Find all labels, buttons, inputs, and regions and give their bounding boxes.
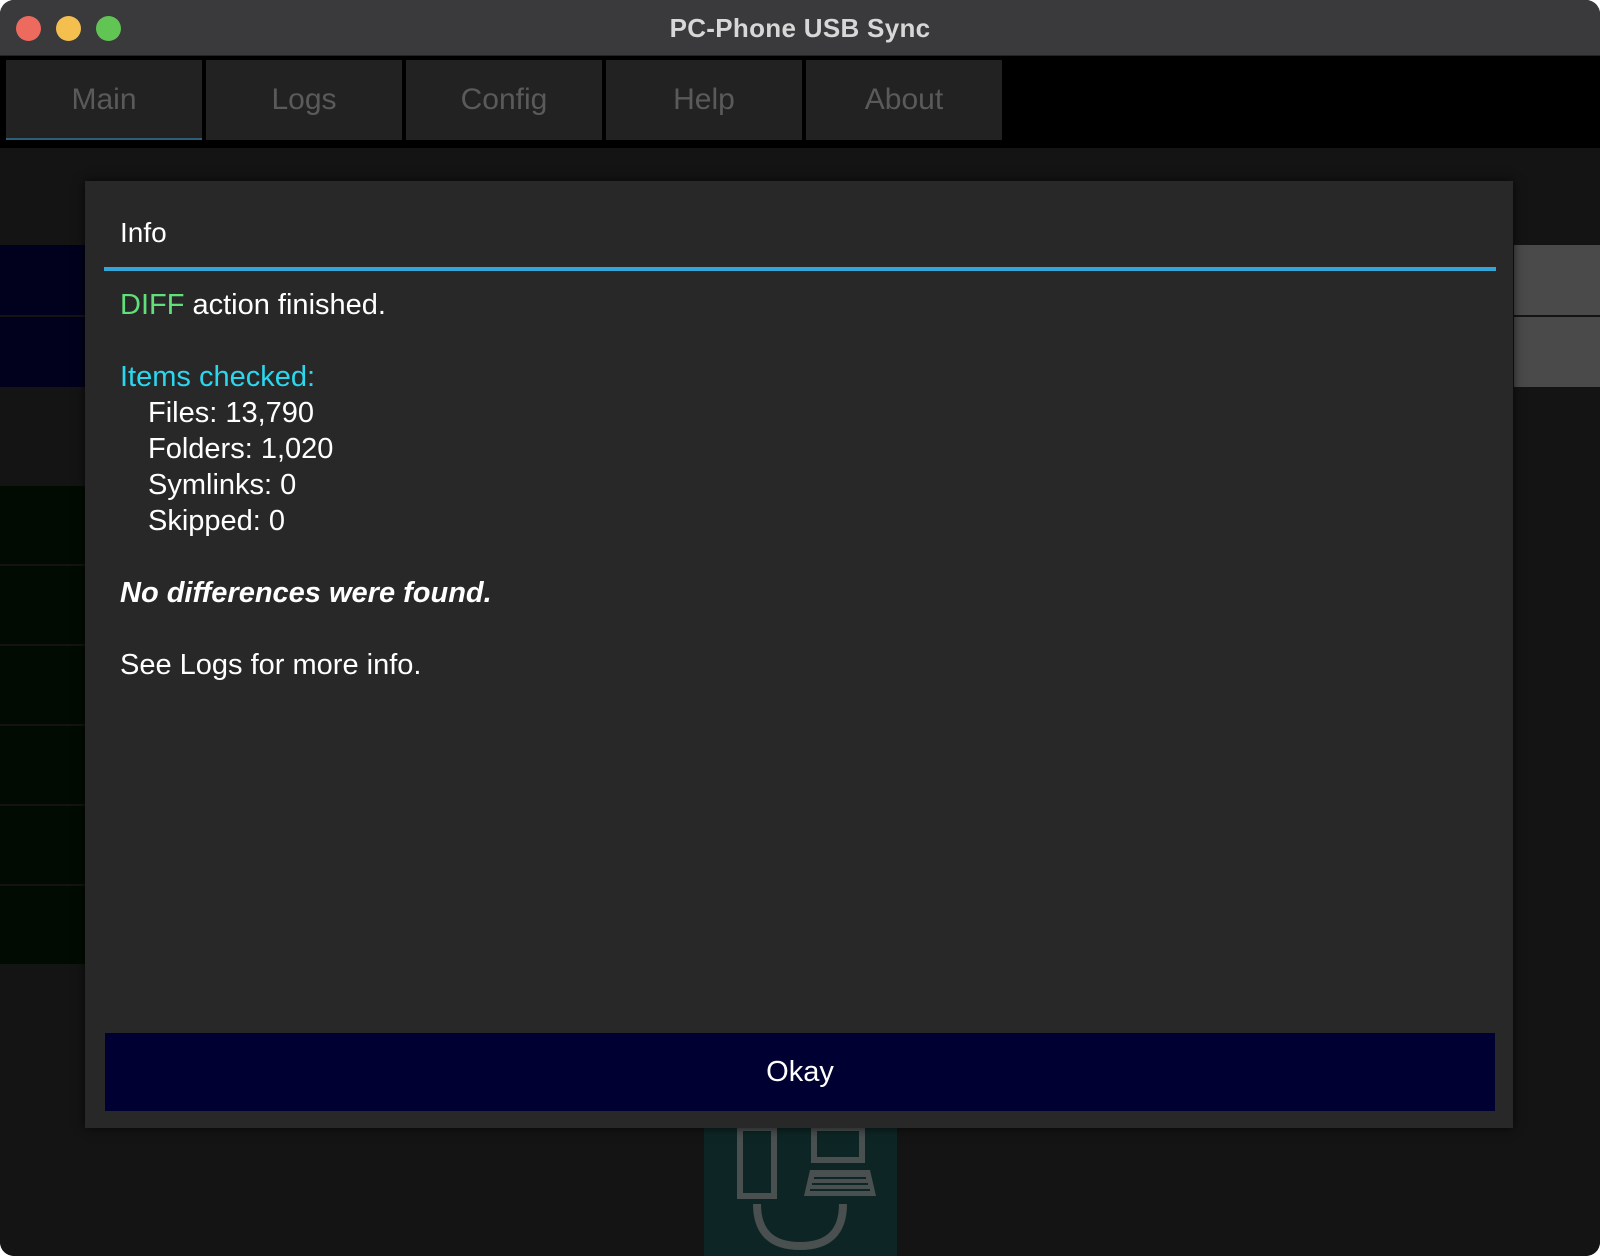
sync-button-tile[interactable]: [704, 1125, 897, 1256]
background-panel-gray-2: [1514, 317, 1600, 387]
app-window: PC-Phone USB Sync Main Logs Config Help …: [0, 0, 1600, 1256]
files-count: Files: 13,790: [148, 397, 315, 429]
tab-help[interactable]: Help: [606, 60, 802, 140]
tab-config[interactable]: Config: [406, 60, 602, 140]
background-row-5: [0, 806, 86, 884]
tab-main[interactable]: Main: [6, 60, 202, 140]
logs-hint: See Logs for more info.: [120, 649, 422, 681]
info-dialog: Info DIFF action finished. Items checked…: [85, 181, 1513, 1128]
okay-button[interactable]: Okay: [105, 1033, 1495, 1111]
action-keyword: DIFF: [120, 289, 185, 321]
dialog-title-divider: [104, 267, 1496, 271]
tab-bar: Main Logs Config Help About: [0, 56, 1600, 148]
tab-about[interactable]: About: [806, 60, 1002, 140]
skipped-count: Skipped: 0: [148, 505, 286, 537]
phone-computer-usb-icon: [737, 1125, 876, 1251]
background-panel-gray-1: [1514, 245, 1600, 315]
background-panel-blue-1: [0, 245, 86, 315]
action-status-text: action finished.: [184, 289, 386, 321]
background-row-1: [0, 486, 86, 564]
items-checked-heading: Items checked:: [120, 361, 316, 393]
dialog-title: Info: [120, 217, 167, 248]
result-message: No differences were found.: [120, 577, 492, 609]
background-row-2: [0, 566, 86, 644]
background-row-6: [0, 886, 86, 964]
title-bar: PC-Phone USB Sync: [0, 0, 1600, 56]
folders-count: Folders: 1,020: [148, 433, 334, 465]
background-panel-blue-2: [0, 317, 86, 387]
background-row-3: [0, 646, 86, 724]
window-title: PC-Phone USB Sync: [669, 13, 931, 43]
tab-logs[interactable]: Logs: [206, 60, 402, 140]
symlinks-count: Symlinks: 0: [148, 469, 297, 501]
action-status-line: DIFF action finished.: [120, 289, 386, 322]
background-row-4: [0, 726, 86, 804]
